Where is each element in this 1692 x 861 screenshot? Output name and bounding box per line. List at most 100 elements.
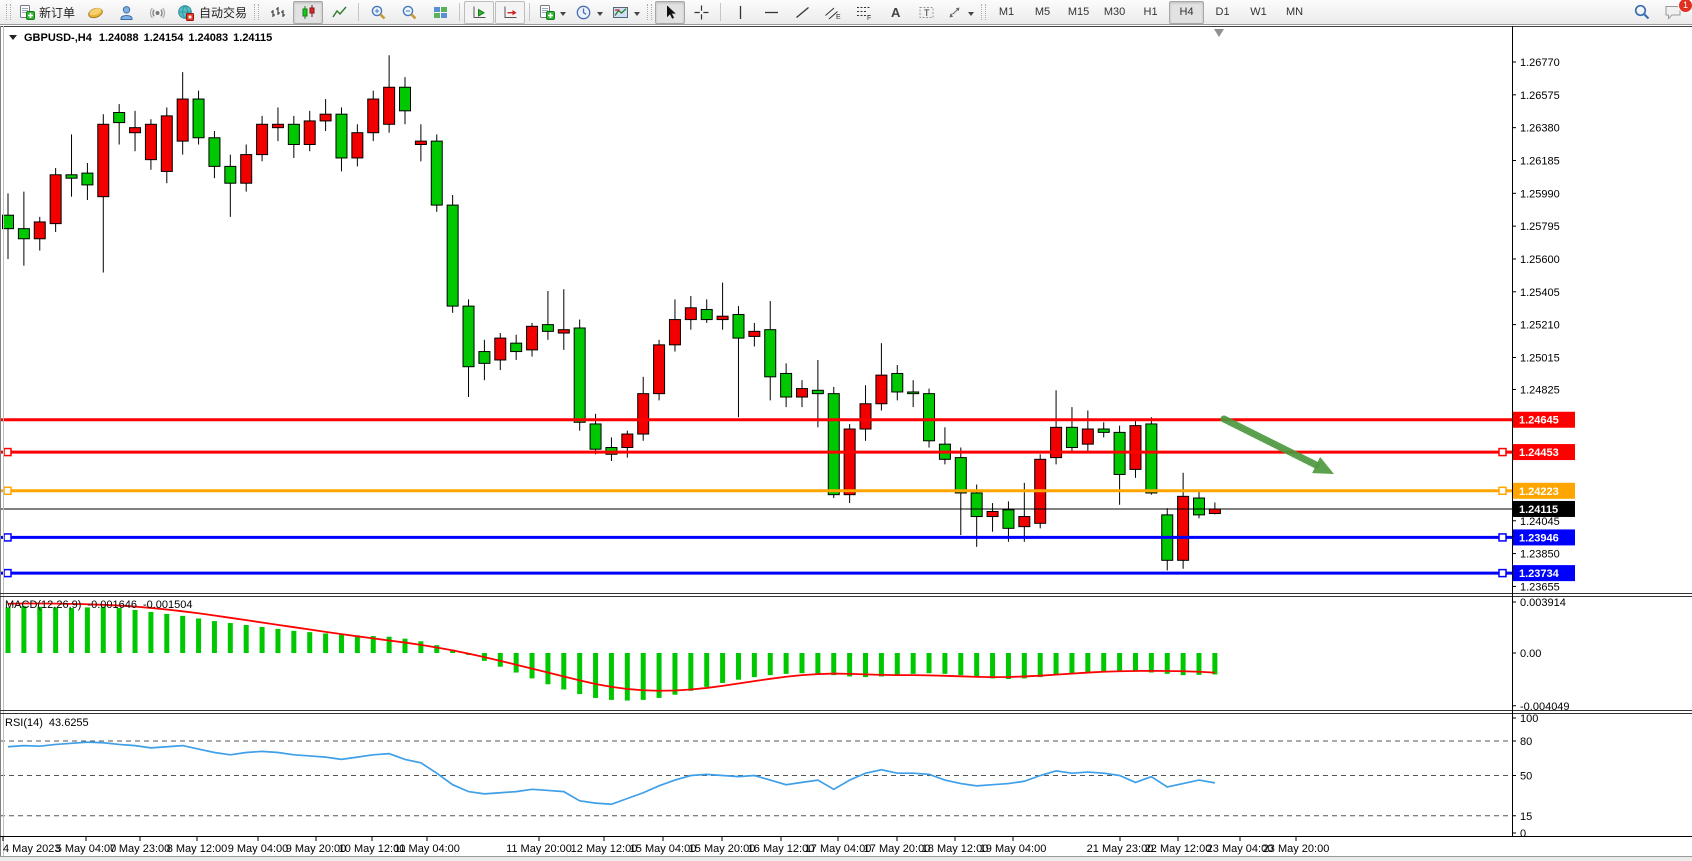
timeframe-label: H1 [1144,6,1158,18]
chart-shift-button[interactable] [495,1,525,24]
timeframe-h1-button[interactable]: H1 [1133,1,1168,24]
svg-text:1.25405: 1.25405 [1520,287,1560,299]
svg-text:1.23734: 1.23734 [1519,568,1560,580]
chart-canvas[interactable]: 1.246451.244531.242231.239461.237341.241… [0,0,1692,861]
template-icon [612,4,629,21]
templates-button[interactable] [608,1,644,24]
timeframe-m5-button[interactable]: M5 [1025,1,1060,24]
svg-text:1.26380: 1.26380 [1520,123,1560,135]
timeframe-mn-button[interactable]: MN [1277,1,1312,24]
price-close: 1.24115 [233,32,272,44]
timeframe-m1-button[interactable]: M1 [989,1,1024,24]
svg-text:1.25210: 1.25210 [1520,320,1560,332]
chevron-down-icon [560,12,566,19]
svg-text:1.25795: 1.25795 [1520,221,1560,233]
arrows-tool-button[interactable] [942,1,978,24]
horizontal-line-icon [763,4,780,21]
svg-text:12 May 12:00: 12 May 12:00 [571,843,638,855]
price-open: 1.24088 [99,32,139,44]
chevron-down-icon [634,12,640,19]
svg-text:1.24825: 1.24825 [1520,384,1560,396]
toolbar-separator [459,3,460,21]
zoom-out-icon [401,4,418,21]
text-label-tool-button[interactable]: T [911,1,941,24]
svg-text:1.23655: 1.23655 [1520,581,1560,593]
cursor-tool-button[interactable] [655,1,685,24]
zoom-in-button[interactable] [363,1,393,24]
svg-text:1.25600: 1.25600 [1520,254,1560,266]
auto-scroll-button[interactable] [464,1,494,24]
timeframe-w1-button[interactable]: W1 [1241,1,1276,24]
signals-button[interactable] [142,1,172,24]
notification-count-badge: 1 [1678,0,1692,13]
metaeditor-button[interactable] [111,1,141,24]
zoom-out-button[interactable] [394,1,424,24]
trendline-tool-button[interactable] [787,1,817,24]
cursor-icon [662,4,679,21]
svg-text:1.26575: 1.26575 [1520,90,1560,102]
search-icon [1633,3,1651,21]
svg-text:19 May 04:00: 19 May 04:00 [980,843,1047,855]
svg-text:9 May 04:00: 9 May 04:00 [228,843,289,855]
line-chart-icon [331,4,348,21]
svg-text:0.003914: 0.003914 [1520,597,1566,609]
periods-button[interactable] [571,1,607,24]
svg-text:T: T [924,7,930,17]
svg-text:9 May 20:00: 9 May 20:00 [286,843,347,855]
svg-text:1.24045: 1.24045 [1520,516,1560,528]
horizontal-line-tool-button[interactable] [756,1,786,24]
fibonacci-tool-button[interactable]: F [849,1,879,24]
svg-text:80: 80 [1520,736,1532,748]
macd-label: MACD(12,26,9) -0.001646 -0.001504 [5,599,193,611]
vertical-line-tool-button[interactable] [725,1,755,24]
new-order-button[interactable]: 新订单 [14,1,79,24]
line-chart-button[interactable] [324,1,354,24]
timeframe-m15-button[interactable]: M15 [1061,1,1096,24]
svg-text:F: F [867,15,871,21]
candlestick-chart-button[interactable] [293,1,323,24]
timeframe-label: H4 [1180,6,1194,18]
svg-text:8 May 12:00: 8 May 12:00 [167,843,228,855]
svg-text:1.25015: 1.25015 [1520,352,1560,364]
svg-text:1.24115: 1.24115 [1519,504,1558,516]
svg-text:4 May 2023: 4 May 2023 [3,843,60,855]
tile-windows-icon [432,4,449,21]
toolbar-separator [529,3,530,21]
new-order-icon [18,4,35,21]
search-button[interactable] [1627,1,1657,24]
crosshair-tool-button[interactable] [686,1,716,24]
text-icon: A [887,4,904,21]
macd-value-main: -0.001646 [87,599,137,611]
channel-tool-button[interactable]: E [818,1,848,24]
svg-text:11 May 20:00: 11 May 20:00 [506,843,572,855]
collapse-icon[interactable] [9,35,17,44]
macd-value-signal: -0.001504 [143,599,193,611]
timeframe-d1-button[interactable]: D1 [1205,1,1240,24]
toolbar-drag-handle [254,4,259,20]
timeframe-label: W1 [1250,6,1267,18]
timeframe-label: MN [1286,6,1303,18]
notifications-button[interactable]: 1 [1658,1,1688,24]
chart-shift-icon [502,4,519,21]
timeframe-label: M15 [1068,6,1089,18]
timeframe-h4-button[interactable]: H4 [1169,1,1204,24]
toolbar-separator [358,3,359,21]
price-low: 1.24083 [188,32,228,44]
rsi-value: 43.6255 [49,717,89,729]
svg-text:15 May 20:00: 15 May 20:00 [689,843,756,855]
svg-text:0: 0 [1520,828,1526,840]
autotrading-button[interactable]: 自动交易 [173,1,251,24]
svg-text:1.26185: 1.26185 [1520,155,1560,167]
charts-profile-button[interactable] [80,1,110,24]
indicators-button[interactable] [534,1,570,24]
text-tool-button[interactable]: A [880,1,910,24]
text-label-icon: T [918,4,935,21]
charts-profile-icon [87,4,104,21]
timeframe-m30-button[interactable]: M30 [1097,1,1132,24]
tile-windows-button[interactable] [425,1,455,24]
bar-chart-button[interactable] [262,1,292,24]
svg-text:22 May 12:00: 22 May 12:00 [1145,843,1212,855]
svg-text:23 May 20:00: 23 May 20:00 [1263,843,1330,855]
timeframe-label: M5 [1035,6,1050,18]
svg-text:15: 15 [1520,811,1532,823]
